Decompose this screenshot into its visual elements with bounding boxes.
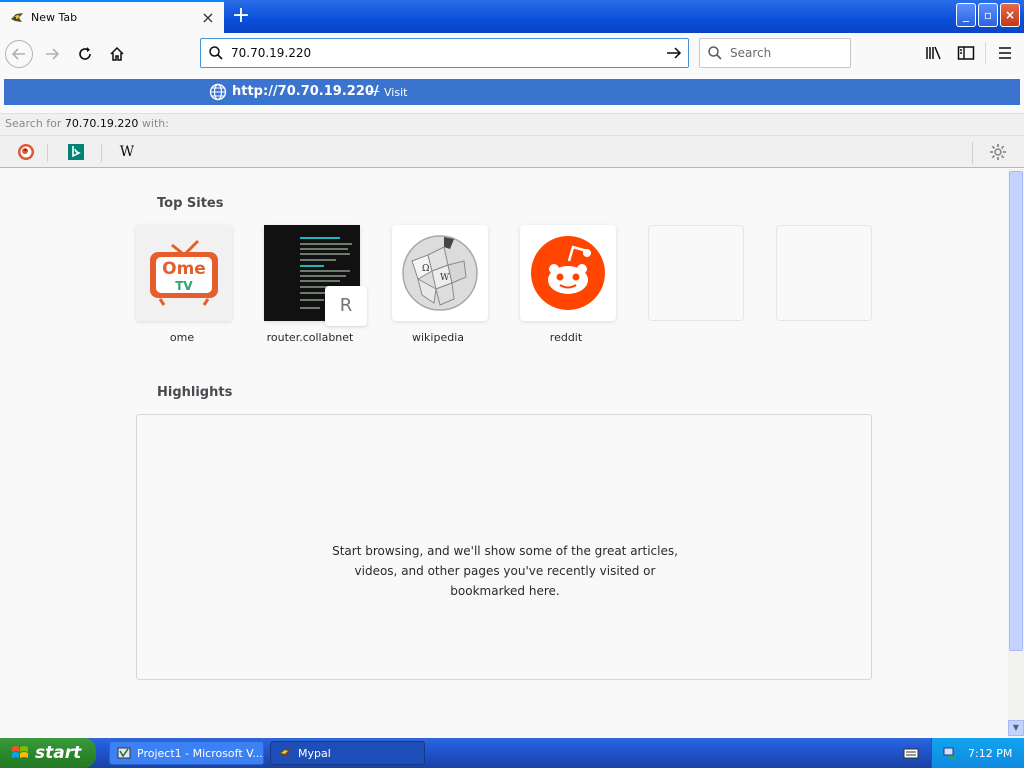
top-site-label: router.collabnet [266, 331, 354, 344]
router-fallback-badge: R [325, 286, 367, 326]
highlights-empty-line: bookmarked here. [450, 584, 560, 598]
highlights-empty-message: Start browsing, and we'll show some of t… [137, 541, 873, 601]
start-button[interactable]: start [0, 738, 96, 768]
one-off-search-engines: W [0, 135, 1024, 168]
back-arrow-icon [11, 48, 25, 60]
go-arrow-icon[interactable] [660, 45, 688, 61]
system-tray: 7:12 PM [931, 738, 1024, 768]
top-site-wikipedia[interactable]: Ω W [392, 225, 488, 321]
taskbar-item-label: Project1 - Microsoft V... [137, 746, 263, 760]
search-for-query: 70.70.19.220 [64, 117, 139, 130]
taskbar-item-label: Mypal [298, 746, 331, 760]
top-site-router-collabnet[interactable]: R [264, 225, 367, 326]
home-button[interactable] [103, 40, 131, 68]
ome-logo-text: Ome [162, 259, 206, 279]
autocomplete-visit-row[interactable]: http://70.70.19.220/ — Visit [4, 79, 1020, 105]
wikipedia-globe-logo: Ω W [402, 235, 478, 311]
duckduckgo-icon[interactable] [16, 142, 36, 162]
forward-button[interactable] [38, 40, 66, 68]
wikipedia-icon[interactable]: W [117, 142, 137, 162]
toolbar-separator [985, 42, 986, 64]
highlights-empty-line: Start browsing, and we'll show some of t… [332, 544, 678, 558]
search-icon [700, 45, 730, 61]
menu-button[interactable] [994, 42, 1016, 64]
top-site-reddit[interactable] [520, 225, 616, 321]
autocomplete-separator: — [368, 84, 380, 98]
top-sites-title: Top Sites [157, 196, 224, 211]
highlights-empty-state: Start browsing, and we'll show some of t… [136, 414, 872, 680]
close-window-button[interactable]: × [1000, 3, 1020, 27]
search-bar [699, 38, 851, 68]
search-settings-button[interactable] [988, 142, 1008, 162]
forward-arrow-icon [46, 48, 60, 60]
ometv-logo: Ome TV [136, 225, 232, 321]
reload-button[interactable] [71, 40, 99, 68]
highlights-title: Highlights [157, 385, 233, 400]
engine-separator [47, 144, 48, 162]
autocomplete-url: http://70.70.19.220/ [232, 84, 379, 99]
gear-icon [990, 144, 1006, 160]
minimize-button[interactable]: _ [956, 3, 976, 27]
top-site-label: reddit [549, 331, 583, 344]
sidebar-button[interactable] [955, 42, 977, 64]
maximize-button[interactable]: ▫ [978, 3, 998, 27]
windows-taskbar: start Project1 - Microsoft V... Mypal 7:… [0, 738, 1024, 768]
url-search-icon [201, 45, 231, 61]
navigation-toolbar [0, 33, 1024, 74]
top-site-label: ome [169, 331, 195, 344]
hamburger-menu-icon [999, 47, 1011, 59]
top-site-empty[interactable] [648, 225, 744, 321]
taskbar-item-project1[interactable]: Project1 - Microsoft V... [109, 741, 264, 765]
globe-icon [209, 83, 227, 101]
top-site-ome[interactable]: Ome TV [136, 225, 232, 321]
tab-strip: New Tab × + _ ▫ × [0, 0, 1024, 33]
mypal-icon [279, 748, 291, 757]
visual-basic-icon [117, 747, 131, 759]
screen: New Tab × + _ ▫ × 70.70.19.220 Search ht… [0, 0, 1024, 768]
tab-new-tab[interactable]: New Tab × [0, 0, 224, 33]
url-bar [200, 38, 689, 68]
engine-separator [101, 144, 102, 162]
tab-close-icon[interactable]: × [200, 9, 216, 26]
top-site-label: wikipedia [411, 331, 464, 344]
scrollbar-thumb[interactable] [1009, 171, 1023, 651]
back-button[interactable] [5, 40, 33, 68]
sidebar-icon [957, 46, 975, 60]
windows-flag-icon [12, 746, 28, 758]
search-input[interactable] [730, 46, 850, 60]
search-for-prefix: Search for [5, 117, 62, 130]
svg-text:W: W [440, 273, 450, 283]
url-input[interactable] [231, 46, 660, 60]
keyboard-icon[interactable] [903, 745, 919, 761]
autocomplete-action: Visit [384, 86, 408, 99]
start-label: start [35, 743, 82, 763]
svg-text:Ω: Ω [422, 264, 429, 274]
new-tab-page: Top Sites Ome TV ome R router.collabnet … [0, 169, 1008, 738]
library-button[interactable] [923, 42, 945, 64]
search-for-row: Search for 70.70.19.220 with: [0, 113, 1024, 135]
network-icon[interactable] [942, 745, 958, 761]
top-site-empty[interactable] [776, 225, 872, 321]
search-for-suffix: with: [141, 117, 169, 130]
clock[interactable]: 7:12 PM [968, 747, 1012, 760]
taskbar-item-mypal[interactable]: Mypal [270, 741, 425, 765]
engine-settings-separator [972, 142, 973, 164]
tab-title: New Tab [31, 11, 78, 24]
page-scrollbar[interactable]: ▼ [1008, 169, 1024, 738]
reload-icon [79, 47, 91, 60]
new-tab-button[interactable]: + [226, 2, 256, 30]
ome-logo-sub: TV [175, 279, 193, 293]
highlights-empty-line: videos, and other pages you've recently … [354, 564, 656, 578]
home-icon [110, 46, 124, 61]
scroll-down-icon[interactable]: ▼ [1008, 720, 1024, 736]
mypal-favicon-icon [11, 12, 23, 22]
library-icon [926, 46, 941, 60]
bing-icon[interactable] [66, 142, 86, 162]
reddit-logo [531, 236, 605, 310]
